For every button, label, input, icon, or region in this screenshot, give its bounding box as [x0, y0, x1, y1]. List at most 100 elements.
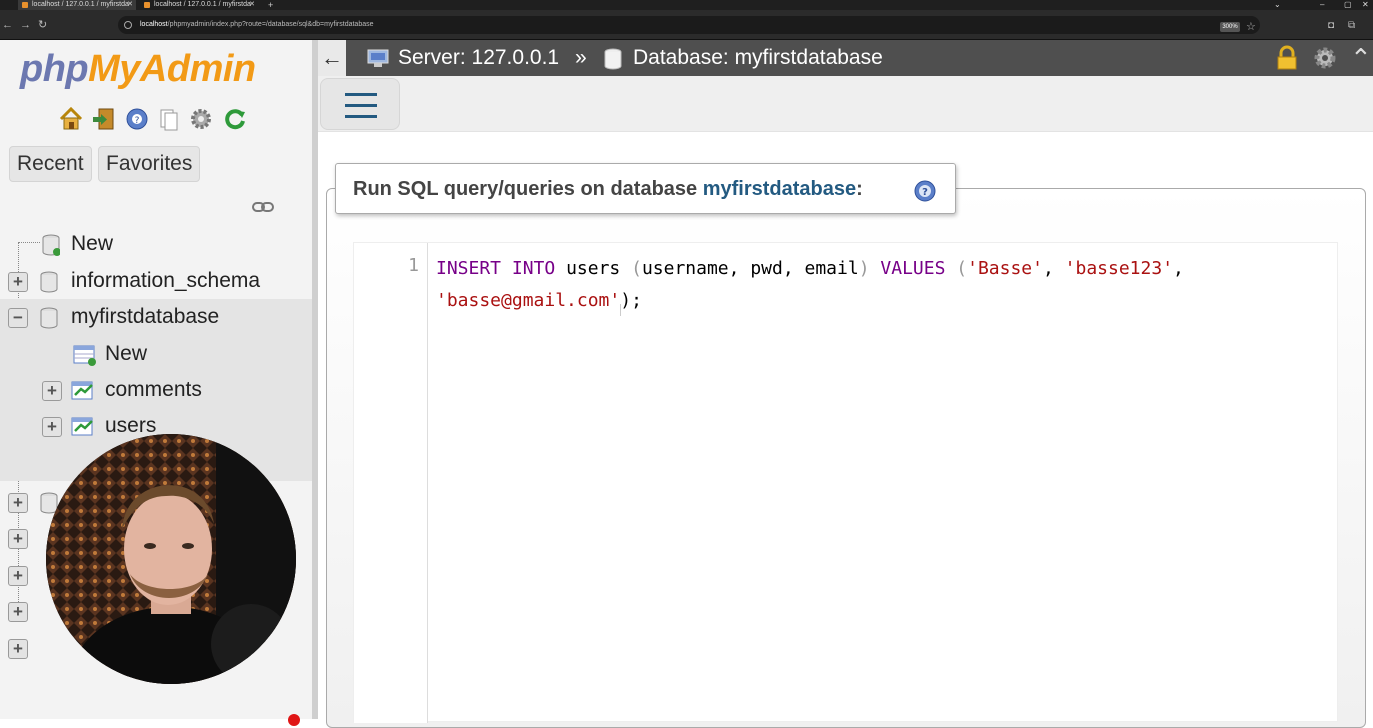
database-icon: [40, 307, 58, 329]
hamburger-line: [345, 93, 377, 96]
expand-icon[interactable]: +: [8, 529, 28, 549]
url-text: localhost/phpmyadmin/index.php?route=/da…: [140, 16, 374, 34]
tab-title: localhost / 127.0.0.1 / myfirstda: [154, 1, 251, 8]
tab-title: localhost / 127.0.0.1 / myfirstda: [32, 1, 129, 8]
lock-icon[interactable]: [1275, 45, 1299, 71]
line-number: 1: [408, 255, 419, 276]
sql-string: 'basse123': [1064, 258, 1174, 279]
expand-icon[interactable]: +: [8, 602, 28, 622]
legend-prefix: Run SQL query/queries on database: [353, 178, 703, 200]
expand-icon[interactable]: +: [8, 272, 28, 292]
tab-close-icon[interactable]: ✕: [249, 0, 255, 10]
forward-nav-icon[interactable]: →: [20, 18, 31, 32]
expand-icon[interactable]: +: [8, 639, 28, 659]
breadcrumb-server[interactable]: Server: 127.0.0.1: [398, 44, 559, 72]
legend-suffix: :: [856, 178, 863, 200]
table-icon: [71, 381, 93, 400]
text-cursor: [620, 304, 621, 316]
close-window-icon[interactable]: ✕: [1362, 0, 1369, 10]
collapse-icon[interactable]: −: [8, 308, 28, 328]
hamburger-line: [345, 104, 377, 107]
breadcrumb-separator: »: [575, 46, 587, 69]
logout-icon[interactable]: [91, 106, 117, 132]
reload-nav-icon[interactable]: ↻: [38, 18, 47, 32]
tree-item-new-table[interactable]: New: [0, 336, 312, 372]
server-icon: [367, 49, 389, 67]
url-host: localhost: [140, 21, 168, 28]
database-icon: [40, 271, 58, 293]
minimize-icon[interactable]: –: [1320, 0, 1324, 10]
back-nav-icon[interactable]: ←: [2, 18, 13, 32]
bookmark-star-icon[interactable]: ☆: [1246, 20, 1256, 33]
settings-gear-icon[interactable]: [1312, 45, 1338, 71]
table-icon: [71, 417, 93, 436]
pocket-icon[interactable]: ◘: [1328, 20, 1334, 31]
sql-paren: (: [631, 258, 642, 279]
sql-comma: ,: [1173, 258, 1184, 279]
address-bar-row: ← → ↻ localhost/phpmyadmin/index.php?rou…: [0, 10, 1373, 40]
tree-item-label: myfirstdatabase: [71, 305, 220, 328]
docs-icon[interactable]: [156, 106, 182, 132]
breadcrumb-bar: ← Server: 127.0.0.1 » Database: myfirstd…: [318, 40, 1373, 76]
phpmyadmin-logo[interactable]: phpMyAdmin: [20, 48, 256, 91]
svg-text:?: ?: [922, 187, 928, 198]
webcam-overlay: [46, 434, 296, 684]
link-chain-icon[interactable]: [252, 200, 274, 214]
extensions-icon[interactable]: ⧉: [1348, 20, 1355, 31]
menu-hamburger-button[interactable]: [320, 78, 400, 130]
favorites-tab-button[interactable]: Favorites: [98, 146, 201, 182]
sql-columns: username, pwd, email: [641, 258, 859, 279]
sidebar-resize-handle[interactable]: [312, 40, 318, 719]
tab-list-icon[interactable]: ⌄: [1274, 0, 1281, 10]
recent-tab-button[interactable]: Recent: [9, 146, 92, 182]
new-table-icon: [73, 345, 96, 366]
tree-item-label: comments: [105, 378, 202, 401]
collapse-topbar-icon[interactable]: ⌃: [1350, 44, 1372, 72]
expand-icon[interactable]: +: [42, 381, 62, 401]
expand-icon[interactable]: +: [42, 417, 62, 437]
breadcrumb-database[interactable]: Database: myfirstdatabase: [633, 44, 883, 72]
phpmyadmin-favicon-icon: [144, 2, 150, 8]
hamburger-line: [345, 115, 377, 118]
tree-item-label: New: [105, 342, 148, 365]
phpmyadmin-favicon-icon: [22, 2, 28, 8]
sql-string: 'Basse': [967, 258, 1043, 279]
sql-editor[interactable]: 1 INSERT INTO users (username, pwd, emai…: [353, 242, 1338, 723]
tree-item-label: information_schema: [71, 269, 261, 292]
settings-icon[interactable]: [188, 106, 214, 132]
browser-tab-strip: localhost / 127.0.0.1 / myfirstda ✕ loca…: [0, 0, 1373, 10]
zoom-indicator[interactable]: 300%: [1220, 22, 1240, 32]
database-icon: [604, 48, 622, 70]
reload-icon[interactable]: [222, 106, 248, 132]
maximize-icon[interactable]: ▢: [1344, 0, 1352, 10]
logo-php: php: [20, 48, 89, 90]
main-menu-bar: [318, 76, 1373, 132]
collapse-sidebar-button[interactable]: ←: [318, 40, 346, 76]
new-tab-button[interactable]: +: [268, 0, 273, 10]
sql-code-text[interactable]: INSERT INTO users (username, pwd, email)…: [436, 253, 1326, 317]
expand-icon[interactable]: +: [8, 566, 28, 586]
home-icon[interactable]: [58, 106, 84, 132]
sql-paren: (: [956, 258, 968, 279]
sql-comma: ,: [1042, 258, 1054, 279]
url-field[interactable]: localhost/phpmyadmin/index.php?route=/da…: [118, 16, 1260, 34]
tree-item-information-schema[interactable]: + information_schema: [0, 263, 312, 299]
help-icon[interactable]: ?: [124, 106, 150, 132]
documentation-help-icon[interactable]: ?: [914, 180, 936, 202]
legend-db-name[interactable]: myfirstdatabase: [703, 178, 856, 200]
sql-paren: ): [858, 258, 870, 279]
sql-query-legend: Run SQL query/queries on database myfirs…: [335, 163, 956, 214]
legend-title: Run SQL query/queries on database myfirs…: [353, 176, 863, 202]
browser-tab[interactable]: localhost / 127.0.0.1 / myfirstda ✕: [140, 0, 258, 10]
expand-icon[interactable]: +: [8, 493, 28, 513]
site-info-icon[interactable]: [124, 21, 132, 29]
sql-string: 'basse@gmail.com': [436, 290, 621, 311]
tab-close-icon[interactable]: ✕: [127, 0, 133, 10]
recording-indicator: [288, 714, 300, 726]
sql-table-name: users: [566, 258, 621, 279]
svg-text:?: ?: [135, 116, 140, 126]
tree-item-new-database[interactable]: New: [0, 226, 312, 262]
tree-item-comments[interactable]: + comments: [0, 372, 312, 408]
logo-myadmin: MyAdmin: [88, 48, 256, 90]
browser-tab-active[interactable]: localhost / 127.0.0.1 / myfirstda ✕: [18, 0, 136, 10]
